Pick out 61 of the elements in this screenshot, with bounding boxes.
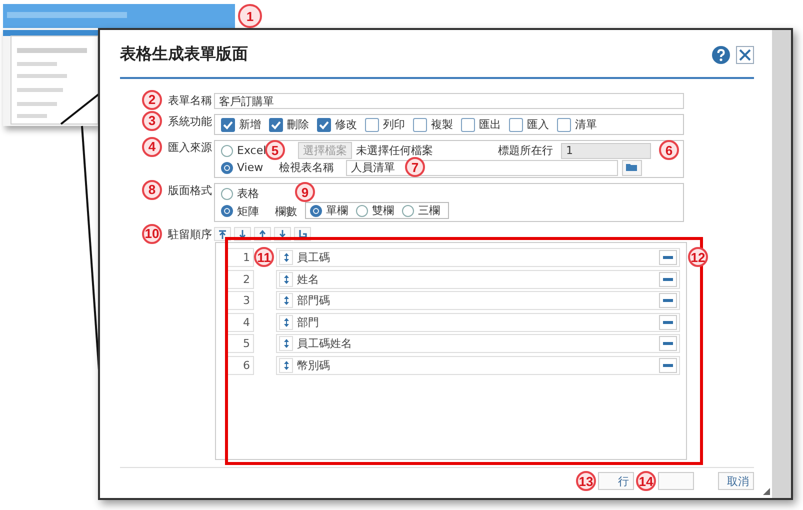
- field-label: 版面格式: [168, 184, 212, 197]
- row-number: 5: [226, 334, 254, 354]
- callout-number: 1: [238, 4, 262, 28]
- field-item[interactable]: 部門: [276, 312, 680, 332]
- field-name: 幣別碼: [297, 358, 330, 373]
- file-status-text: 未選擇任何檔案: [356, 143, 434, 158]
- field-name: 員工碼姓名: [297, 336, 352, 352]
- callout-number: 13: [576, 471, 596, 491]
- callout-number: 3: [142, 111, 162, 131]
- dialog-button[interactable]: 行: [598, 472, 634, 490]
- callout-number: 7: [405, 157, 425, 177]
- callout-number: 2: [142, 90, 162, 110]
- option-label: 新增: [239, 117, 261, 132]
- field-name: 員工碼: [297, 250, 330, 266]
- option-label: 複製: [431, 117, 453, 132]
- callout-number: 4: [142, 137, 162, 157]
- field-label: 標題所在行: [498, 143, 553, 158]
- field-label: 駐留順序: [168, 228, 212, 241]
- form-name-field[interactable]: 客戶訂購單: [214, 93, 684, 109]
- callout-number: 6: [659, 140, 679, 160]
- callout-number: 5: [265, 140, 285, 160]
- option-label: View: [237, 160, 264, 175]
- option-label: Excel: [237, 143, 266, 158]
- field-item[interactable]: 員工碼姓名: [276, 334, 680, 354]
- callout-number: 9: [295, 182, 315, 202]
- field-item[interactable]: 部門碼: [276, 291, 680, 310]
- option-label: 匯入: [527, 117, 549, 132]
- callout-number: 12: [688, 247, 708, 267]
- row-number: 3: [226, 291, 254, 310]
- callout-number: 8: [142, 180, 162, 200]
- field-label: 欄數: [275, 204, 297, 218]
- header-row-field[interactable]: 1: [561, 142, 651, 158]
- field-name: 姓名: [297, 272, 319, 287]
- callout-number: 10: [142, 224, 162, 244]
- field-item[interactable]: 員工碼: [276, 248, 680, 268]
- row-number: 2: [226, 270, 254, 289]
- field-item[interactable]: 姓名: [276, 270, 680, 289]
- option-label: 匯出: [479, 117, 501, 132]
- row-number: 1: [226, 248, 254, 268]
- dialog-button[interactable]: 取消: [718, 472, 754, 490]
- field-label: 檢視表名稱: [279, 160, 334, 175]
- callout-number: 14: [636, 471, 656, 491]
- callout-number: 11: [254, 247, 274, 267]
- field-name: 部門: [297, 314, 319, 330]
- option-label: 清單: [575, 117, 597, 132]
- option-label: 列印: [383, 117, 405, 132]
- dialog-title: 表格生成表單版面: [120, 44, 249, 65]
- option-label: 雙欄: [372, 203, 394, 218]
- row-number: 6: [226, 356, 254, 375]
- option-label: 修改: [335, 117, 357, 132]
- option-label: 三欄: [418, 203, 440, 218]
- field-name: 部門碼: [297, 293, 330, 308]
- field-label: 表單名稱: [168, 94, 212, 107]
- option-label: 表格: [237, 186, 259, 201]
- option-label: 矩陣: [237, 204, 259, 218]
- field-label: 匯入來源: [168, 141, 212, 154]
- option-label: 單欄: [326, 203, 348, 218]
- option-label: 刪除: [287, 117, 309, 132]
- field-label: 系統功能: [168, 115, 212, 128]
- field-item[interactable]: 幣別碼: [276, 356, 680, 375]
- row-number: 4: [226, 312, 254, 332]
